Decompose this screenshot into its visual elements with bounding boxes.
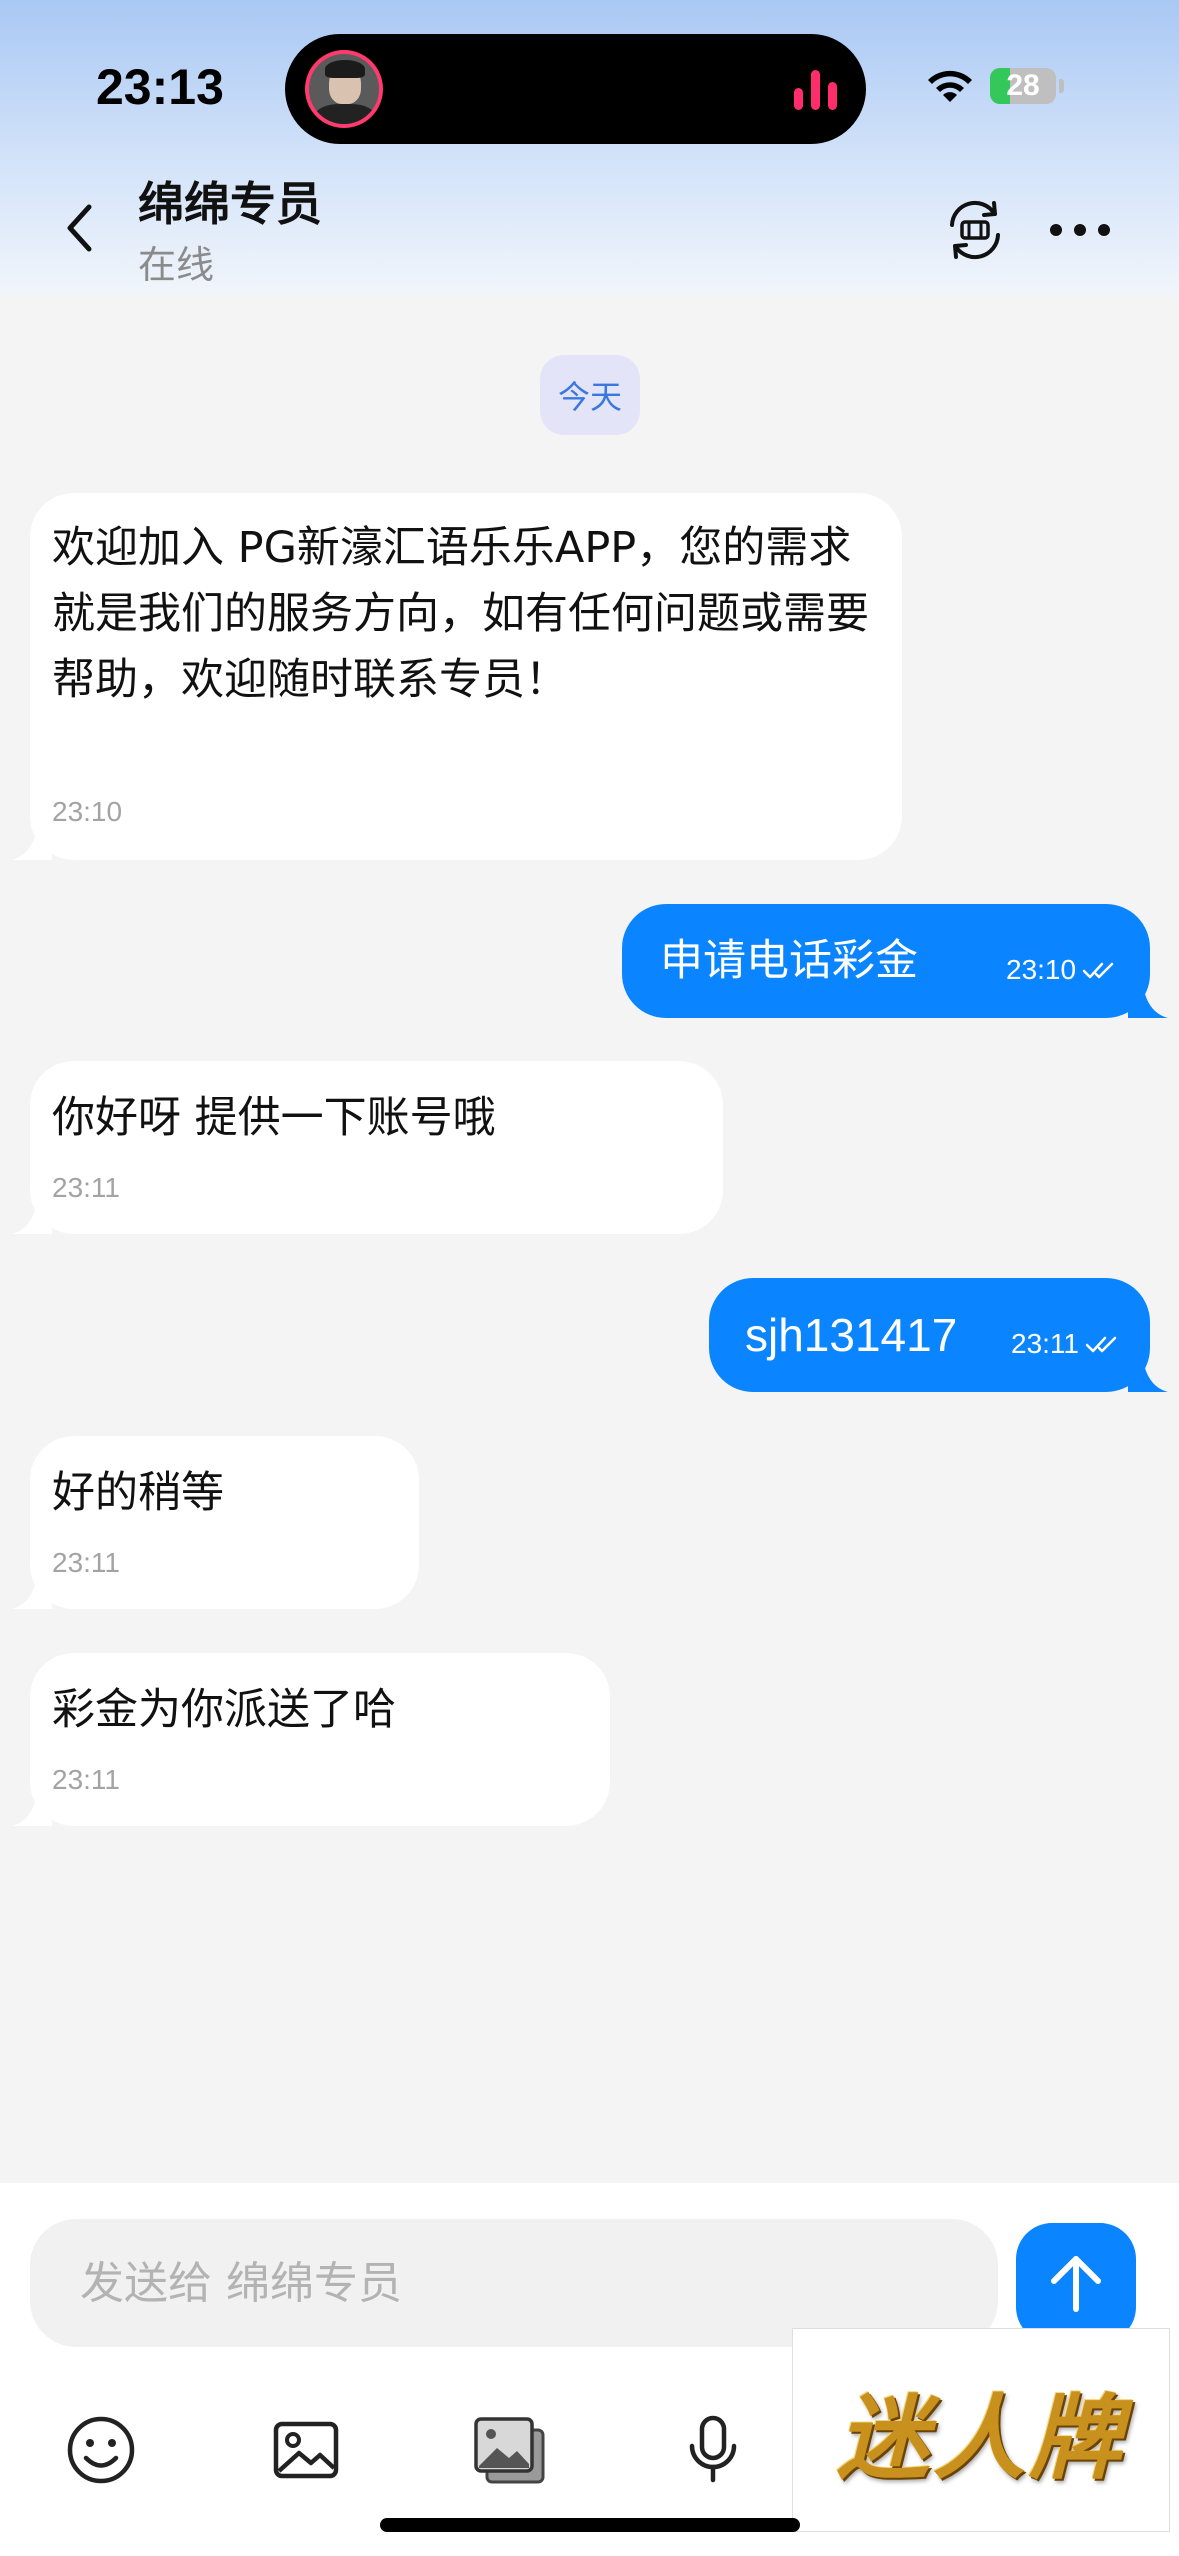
status-icons: 28: [925, 62, 1075, 112]
message-time: 23:11: [52, 1172, 120, 1203]
bubble-tail: [1128, 982, 1168, 1018]
bubble-tail: [12, 1573, 52, 1609]
message-time: 23:11: [52, 1547, 120, 1578]
status-time: 23:13: [96, 59, 224, 115]
top-bar: 23:13 28 绵绵专员 在线: [0, 0, 1179, 295]
read-receipt-icon: [1082, 962, 1114, 979]
emoji-icon: [67, 2416, 135, 2484]
image-icon: [273, 2421, 339, 2479]
emoji-button[interactable]: [56, 2405, 146, 2495]
dynamic-island[interactable]: [285, 34, 866, 144]
translate-button[interactable]: [935, 190, 1015, 270]
bubble-tail: [12, 1198, 52, 1234]
bubble-tail: [12, 1790, 52, 1826]
arrow-up-icon: [1051, 2256, 1101, 2312]
battery-icon: 28: [990, 68, 1056, 104]
message-incoming[interactable]: 你好呀 提供一下账号哦 23:11: [12, 1061, 723, 1234]
message-incoming[interactable]: 好的稍等 23:11: [12, 1436, 419, 1609]
date-separator: 今天: [540, 355, 640, 435]
audio-bars-icon: [794, 70, 838, 110]
message-time: 23:10: [52, 796, 123, 827]
home-indicator[interactable]: [380, 2518, 800, 2532]
watermark-logo: 迷人牌: [792, 2328, 1170, 2532]
voice-button[interactable]: [668, 2405, 758, 2495]
watermark-text: 迷人牌: [836, 2383, 1125, 2492]
image-button[interactable]: [261, 2405, 351, 2495]
message-outgoing[interactable]: sjh131417 23:11: [709, 1278, 1168, 1392]
message-text: 申请电话彩金: [660, 936, 918, 986]
more-icon: [1050, 224, 1110, 236]
message-text: 好的稍等: [52, 1468, 224, 1518]
message-incoming[interactable]: 彩金为你派送了哈 23:11: [12, 1653, 610, 1826]
message-text: 欢迎加入 PG新濠汇语乐乐APP，您的需求就是我们的服务方向，如有任何问题或需要…: [52, 523, 869, 705]
back-button[interactable]: [50, 190, 110, 265]
wifi-icon: [928, 70, 972, 102]
online-status: 在线: [138, 243, 215, 287]
message-time: 23:11: [1011, 1328, 1079, 1359]
microphone-icon: [689, 2415, 737, 2483]
message-outgoing[interactable]: 申请电话彩金 23:10: [622, 904, 1168, 1018]
island-avatar: [305, 50, 383, 128]
bubble-tail: [1128, 1356, 1168, 1392]
gallery-icon: [474, 2417, 545, 2484]
message-text: sjh131417: [745, 1309, 958, 1361]
message-time: 23:10: [1006, 954, 1077, 985]
translate-icon: [950, 200, 1000, 260]
back-icon: [67, 204, 92, 251]
gallery-button[interactable]: [464, 2405, 554, 2495]
battery-level: 28: [1006, 69, 1040, 102]
read-receipt-icon: [1085, 1336, 1117, 1353]
send-button[interactable]: [1016, 2223, 1136, 2343]
chat-title: 绵绵专员: [138, 177, 322, 231]
bubble-tail: [12, 824, 52, 860]
message-time: 23:11: [52, 1764, 120, 1795]
message-incoming[interactable]: 欢迎加入 PG新濠汇语乐乐APP，您的需求就是我们的服务方向，如有任何问题或需要…: [12, 493, 902, 860]
more-button[interactable]: [1040, 190, 1120, 270]
message-text: 彩金为你派送了哈: [52, 1685, 396, 1735]
message-text: 你好呀 提供一下账号哦: [52, 1093, 496, 1143]
